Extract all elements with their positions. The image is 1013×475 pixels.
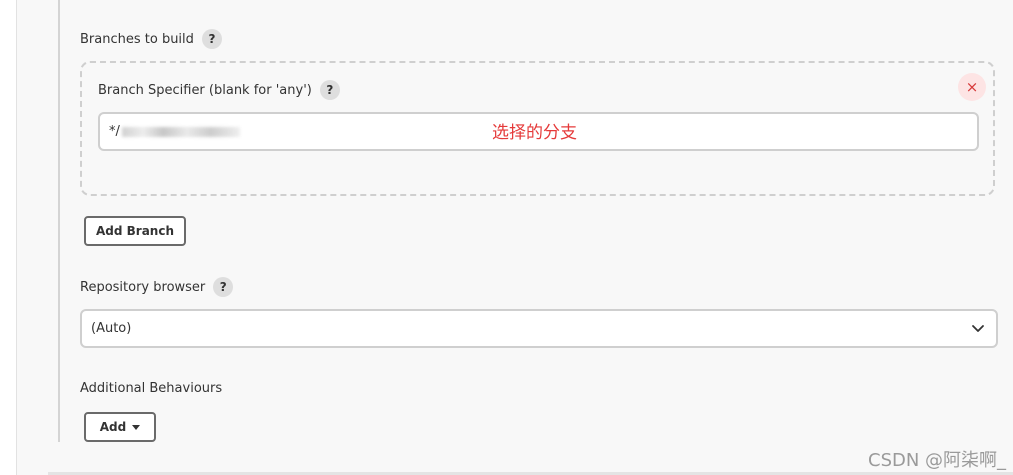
repository-browser-help-icon[interactable]: ? — [213, 277, 234, 297]
close-icon: × — [965, 78, 979, 96]
delete-branch-button[interactable]: × — [958, 73, 986, 101]
branch-specifier-heading: Branch Specifier (blank for 'any') ? — [98, 80, 340, 100]
additional-behaviours-heading: Additional Behaviours — [80, 381, 222, 396]
add-branch-button[interactable]: Add Branch — [84, 216, 186, 246]
branch-specifier-value: */ — [109, 124, 120, 139]
repository-browser-selected: (Auto) — [91, 321, 132, 336]
branch-specifier-label: Branch Specifier (blank for 'any') — [98, 82, 312, 98]
repository-browser-select[interactable]: (Auto) — [80, 309, 998, 348]
add-behaviour-label: Add — [99, 420, 127, 434]
additional-behaviours-label: Additional Behaviours — [80, 381, 223, 396]
caret-down-icon — [132, 424, 141, 430]
section-guide-line — [58, 0, 60, 442]
branch-specifier-help-icon[interactable]: ? — [319, 80, 340, 100]
watermark: CSDN @阿柒啊_ — [868, 450, 1007, 471]
branches-help-icon[interactable]: ? — [201, 29, 222, 49]
annotation-text: 选择的分支 — [492, 123, 577, 143]
branches-to-build-heading: Branches to build ? — [80, 29, 222, 49]
chevron-down-icon — [972, 325, 984, 332]
add-branch-label: Add Branch — [95, 224, 174, 238]
repository-browser-heading: Repository browser ? — [80, 277, 234, 297]
redacted-branch-name — [121, 126, 240, 137]
branches-to-build-label: Branches to build — [80, 31, 194, 47]
repository-browser-label: Repository browser — [80, 279, 206, 295]
add-behaviour-button[interactable]: Add — [84, 412, 156, 442]
